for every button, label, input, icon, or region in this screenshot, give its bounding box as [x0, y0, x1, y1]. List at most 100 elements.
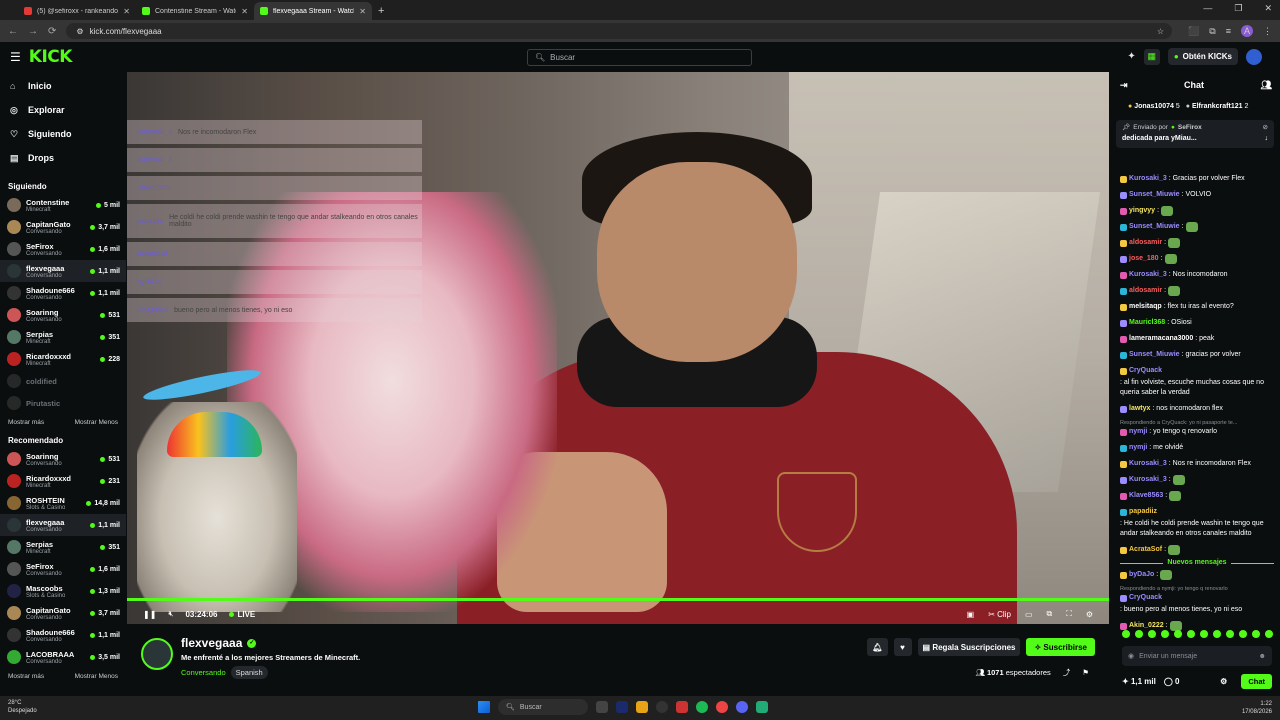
- follow-heart-button[interactable]: ♥: [893, 638, 912, 656]
- sidebar-channel[interactable]: CapitanGato Conversando 3,7 mil: [0, 216, 126, 238]
- close-tab-icon[interactable]: ✕: [123, 7, 130, 16]
- chat-username[interactable]: lawtyx: [1129, 404, 1150, 414]
- sidebar-channel[interactable]: flexvegaaa Conversando 1,1 mil: [0, 260, 126, 282]
- excel-icon[interactable]: [756, 701, 768, 713]
- sidebar-channel[interactable]: LACOBRAAA Conversando 3,5 mil: [0, 646, 126, 668]
- chat-username[interactable]: nymji: [1129, 443, 1147, 453]
- browser-menu-icon[interactable]: ⋮: [1263, 26, 1272, 37]
- sidebar-channel[interactable]: Serpias Minecraft 351: [0, 326, 126, 348]
- chat-settings-icon[interactable]: ◉: [1128, 652, 1134, 660]
- show-more-button[interactable]: Mostrar más: [8, 673, 44, 680]
- show-more-button[interactable]: Mostrar más: [8, 419, 44, 426]
- spotify-icon[interactable]: [696, 701, 708, 713]
- sidebar-channel[interactable]: SeFirox Conversando 1,6 mil: [0, 238, 126, 260]
- live-indicator[interactable]: LIVE: [229, 610, 255, 619]
- taskbar-search[interactable]: 🔍︎ Buscar: [498, 699, 588, 715]
- emote-icon[interactable]: [1187, 630, 1195, 638]
- show-less-button[interactable]: Mostrar Menos: [75, 419, 118, 426]
- chat-username[interactable]: CryQuack: [1129, 366, 1162, 376]
- chat-username[interactable]: Sunset_Miuwie: [1129, 222, 1180, 232]
- sidebar-item-drops[interactable]: ▤ Drops: [0, 146, 126, 170]
- forward-icon[interactable]: →: [28, 26, 38, 37]
- close-tab-icon[interactable]: ✕: [359, 7, 366, 16]
- channel-name[interactable]: flexvegaaa: [181, 636, 242, 650]
- pause-icon[interactable]: ❚❚: [143, 610, 156, 619]
- fullscreen-icon[interactable]: ⛶: [1066, 609, 1072, 619]
- chat-username[interactable]: Kurosaki_3: [1129, 459, 1167, 469]
- site-info-icon[interactable]: ⚙: [76, 27, 83, 36]
- sidebar-channel[interactable]: SeFirox Conversando 1,6 mil: [0, 558, 126, 580]
- chat-username[interactable]: jose_180: [1129, 254, 1159, 264]
- weather-widget[interactable]: 28°C Despejado: [8, 699, 37, 715]
- chat-username[interactable]: nymji: [1129, 427, 1147, 437]
- chat-users-icon[interactable]: 👥︎: [1261, 80, 1272, 91]
- url-field[interactable]: ⚙ kick.com/flexvegaaa ☆: [66, 23, 1173, 39]
- fullscreen-window-icon[interactable]: ⧉: [1047, 609, 1053, 619]
- report-icon[interactable]: ⚑: [1082, 668, 1089, 677]
- store-icon[interactable]: ▦: [1143, 48, 1160, 65]
- close-tab-icon[interactable]: ✕: [241, 7, 248, 16]
- sidebar-channel[interactable]: Shadoune666 Conversando 1,1 mil: [0, 282, 126, 304]
- emote-icon[interactable]: [1265, 630, 1273, 638]
- picture-in-picture-icon[interactable]: ▣: [967, 610, 975, 619]
- expand-pin-icon[interactable]: ↓: [1265, 135, 1269, 142]
- chat-username[interactable]: byDaJo: [1129, 570, 1154, 580]
- new-tab-icon[interactable]: +: [378, 5, 384, 17]
- capcut-icon[interactable]: [676, 701, 688, 713]
- browser-tab-active[interactable]: flexvegaaa Stream - Watch Liv ✕: [254, 2, 372, 20]
- get-kicks-button[interactable]: ● Obtén KICKs: [1167, 48, 1238, 65]
- chat-username[interactable]: Mauricl368: [1129, 318, 1165, 328]
- pinned-message[interactable]: 📌︎ Enviado por ● SeFirox ⊘ dedicada para yMi…: [1116, 120, 1274, 148]
- emote-icon[interactable]: [1161, 630, 1169, 638]
- sidebar-channel[interactable]: ROSHTEIN Slots & Casino 14,8 mil: [0, 492, 126, 514]
- sidebar-channel[interactable]: Pirutastic: [0, 392, 126, 414]
- send-chat-button[interactable]: Chat: [1241, 673, 1272, 689]
- sidebar-item-inicio[interactable]: ⌂ Inicio: [0, 74, 126, 98]
- chat-username[interactable]: Kurosaki_3: [1129, 174, 1167, 184]
- theater-mode-icon[interactable]: ▭: [1025, 610, 1033, 619]
- task-view-icon[interactable]: [596, 701, 608, 713]
- search-input[interactable]: 🔍︎ Buscar: [527, 49, 752, 66]
- gifter-item[interactable]: ● Jonas10074 5: [1128, 103, 1180, 110]
- sidebar-item-explorar[interactable]: ◎ Explorar: [0, 98, 126, 122]
- hamburger-menu-icon[interactable]: ☰: [10, 50, 21, 64]
- chat-username[interactable]: Klave8563: [1129, 491, 1163, 501]
- app-icon[interactable]: [656, 701, 668, 713]
- emote-icon[interactable]: [1148, 630, 1156, 638]
- chat-username[interactable]: melsitaqp: [1129, 302, 1162, 312]
- kicks-balance[interactable]: ✦ 1,1 mil: [1122, 677, 1156, 686]
- subscribe-button[interactable]: ✧ Suscribirse: [1026, 638, 1095, 656]
- show-less-button[interactable]: Mostrar Menos: [75, 673, 118, 680]
- emote-icon[interactable]: [1213, 630, 1221, 638]
- reload-icon[interactable]: ⟳: [48, 26, 56, 37]
- emote-icon[interactable]: [1122, 630, 1130, 638]
- clip-button[interactable]: ✂ Clip: [988, 610, 1011, 619]
- tab-search-icon[interactable]: ≡: [1226, 26, 1231, 36]
- chat-username[interactable]: papadiiz: [1129, 507, 1157, 517]
- chat-username[interactable]: Kurosaki_3: [1129, 270, 1167, 280]
- chat-username[interactable]: yingvyy: [1129, 206, 1155, 216]
- video-player[interactable]: Kurosaki_3 Nos re incomodaron Flex Kurosak…: [127, 72, 1109, 624]
- chat-username[interactable]: aldosamir: [1129, 238, 1162, 248]
- system-clock[interactable]: 1:22 17/08/2026: [1242, 700, 1272, 716]
- close-window-icon[interactable]: ✕: [1264, 3, 1272, 14]
- emote-icon[interactable]: [1252, 630, 1260, 638]
- chat-username[interactable]: aldosamir: [1129, 286, 1162, 296]
- kick-logo[interactable]: KICK: [29, 47, 73, 67]
- sidebar-channel[interactable]: flexvegaaa Conversando 1,1 mil: [0, 514, 126, 536]
- extensions-puzzle-icon[interactable]: ⧉: [1209, 26, 1215, 37]
- emote-icon[interactable]: [1135, 630, 1143, 638]
- channel-avatar[interactable]: [141, 638, 173, 670]
- gifter-item[interactable]: ● Elfrankcraft121 2: [1186, 103, 1249, 110]
- windows-start-icon[interactable]: [478, 701, 490, 713]
- emote-icon[interactable]: [1174, 630, 1182, 638]
- sidebar-channel[interactable]: Ricardoxxxd Minecraft 228: [0, 348, 126, 370]
- user-avatar[interactable]: [1246, 48, 1262, 65]
- new-messages-divider[interactable]: Nuevos mensajes: [1120, 559, 1274, 566]
- file-explorer-icon[interactable]: [636, 701, 648, 713]
- settings-gear-icon[interactable]: ⚙: [1086, 610, 1093, 619]
- sidebar-channel[interactable]: CapitanGato Conversando 3,7 mil: [0, 602, 126, 624]
- chat-username[interactable]: Sunset_Miuwie: [1129, 350, 1180, 360]
- chrome-icon[interactable]: [716, 701, 728, 713]
- chat-username[interactable]: CryQuack: [1129, 593, 1162, 603]
